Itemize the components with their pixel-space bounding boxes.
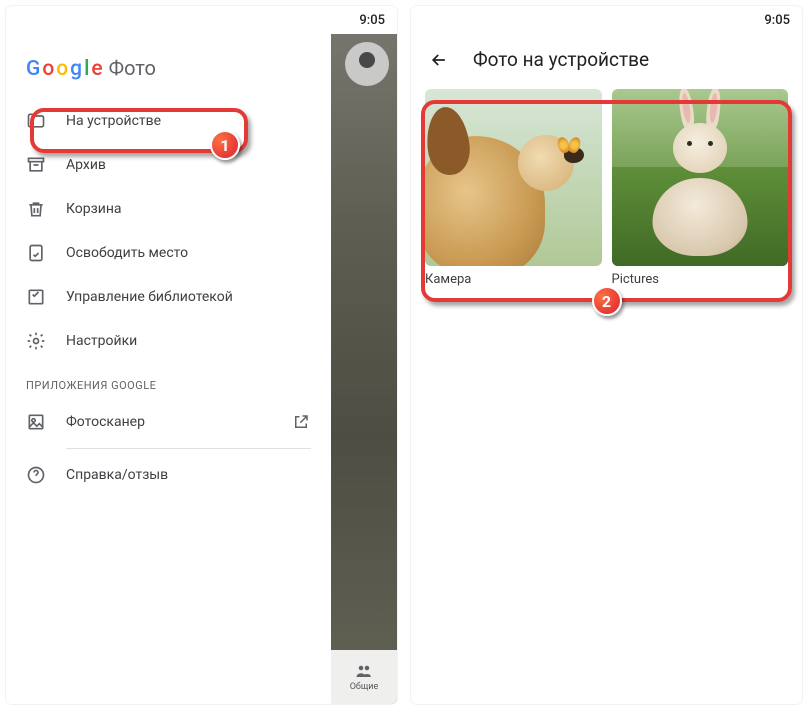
menu-archive[interactable]: Архив xyxy=(6,143,331,187)
album-pictures-thumbnail xyxy=(612,89,789,266)
section-google-apps: Приложения Google xyxy=(6,363,331,400)
menu-manage-library-label: Управление библиотекой xyxy=(66,289,233,305)
free-space-icon xyxy=(26,243,46,263)
external-link-icon xyxy=(291,412,311,432)
menu-settings[interactable]: Настройки xyxy=(6,319,331,363)
archive-icon xyxy=(26,155,46,175)
help-icon xyxy=(26,465,46,485)
profile-avatar-icon[interactable] xyxy=(359,52,375,68)
bottom-tab-shared-label: Общие xyxy=(350,682,379,692)
menu-help[interactable]: Справка/отзыв xyxy=(6,453,331,497)
menu-on-device[interactable]: На устройстве xyxy=(6,99,331,143)
album-camera[interactable]: Камера xyxy=(425,89,602,287)
gear-icon xyxy=(26,331,46,351)
album-camera-thumbnail xyxy=(425,89,602,266)
folder-icon xyxy=(26,111,46,131)
menu-photoscan[interactable]: Фотосканер xyxy=(6,400,331,444)
menu-free-space[interactable]: Освободить место xyxy=(6,231,331,275)
album-camera-label: Камера xyxy=(425,272,602,287)
menu-archive-label: Архив xyxy=(66,157,106,173)
screenshot-right: 9:05 Фото на устройстве Камера xyxy=(411,6,802,704)
menu-photoscan-label: Фотосканер xyxy=(66,414,145,430)
status-time: 9:05 xyxy=(359,13,385,28)
bottom-tab-shared[interactable]: Общие xyxy=(331,650,397,704)
menu-trash-label: Корзина xyxy=(66,201,122,217)
menu-settings-label: Настройки xyxy=(66,333,137,349)
trash-icon xyxy=(26,199,46,219)
logo-suffix: Фото xyxy=(109,56,156,80)
photoscan-icon xyxy=(26,412,46,432)
menu-manage-library[interactable]: Управление библиотекой xyxy=(6,275,331,319)
background-photos-grid xyxy=(331,34,397,704)
menu-free-space-label: Освободить место xyxy=(66,245,188,261)
menu-on-device-label: На устройстве xyxy=(66,113,161,129)
page-header: Фото на устройстве xyxy=(411,34,802,89)
album-pictures[interactable]: Pictures xyxy=(612,89,789,287)
back-button[interactable] xyxy=(429,50,449,70)
shared-icon xyxy=(355,662,373,680)
screenshot-left: 9:05 Общие Google Фото На устройстве Арх… xyxy=(6,6,397,704)
divider xyxy=(66,448,311,449)
status-bar: 9:05 xyxy=(6,6,397,34)
annotation-badge-1: 1 xyxy=(210,130,240,160)
menu-help-label: Справка/отзыв xyxy=(66,467,168,483)
album-pictures-label: Pictures xyxy=(612,272,789,287)
status-bar: 9:05 xyxy=(411,6,802,34)
page-title: Фото на устройстве xyxy=(473,48,649,71)
navigation-drawer: Google Фото На устройстве Архив Корзина xyxy=(6,34,331,704)
menu-trash[interactable]: Корзина xyxy=(6,187,331,231)
status-time: 9:05 xyxy=(764,13,790,28)
annotation-badge-2: 2 xyxy=(592,286,622,316)
album-grid: Камера Pictures xyxy=(411,89,802,287)
library-icon xyxy=(26,287,46,307)
drawer-logo: Google Фото xyxy=(6,44,331,99)
